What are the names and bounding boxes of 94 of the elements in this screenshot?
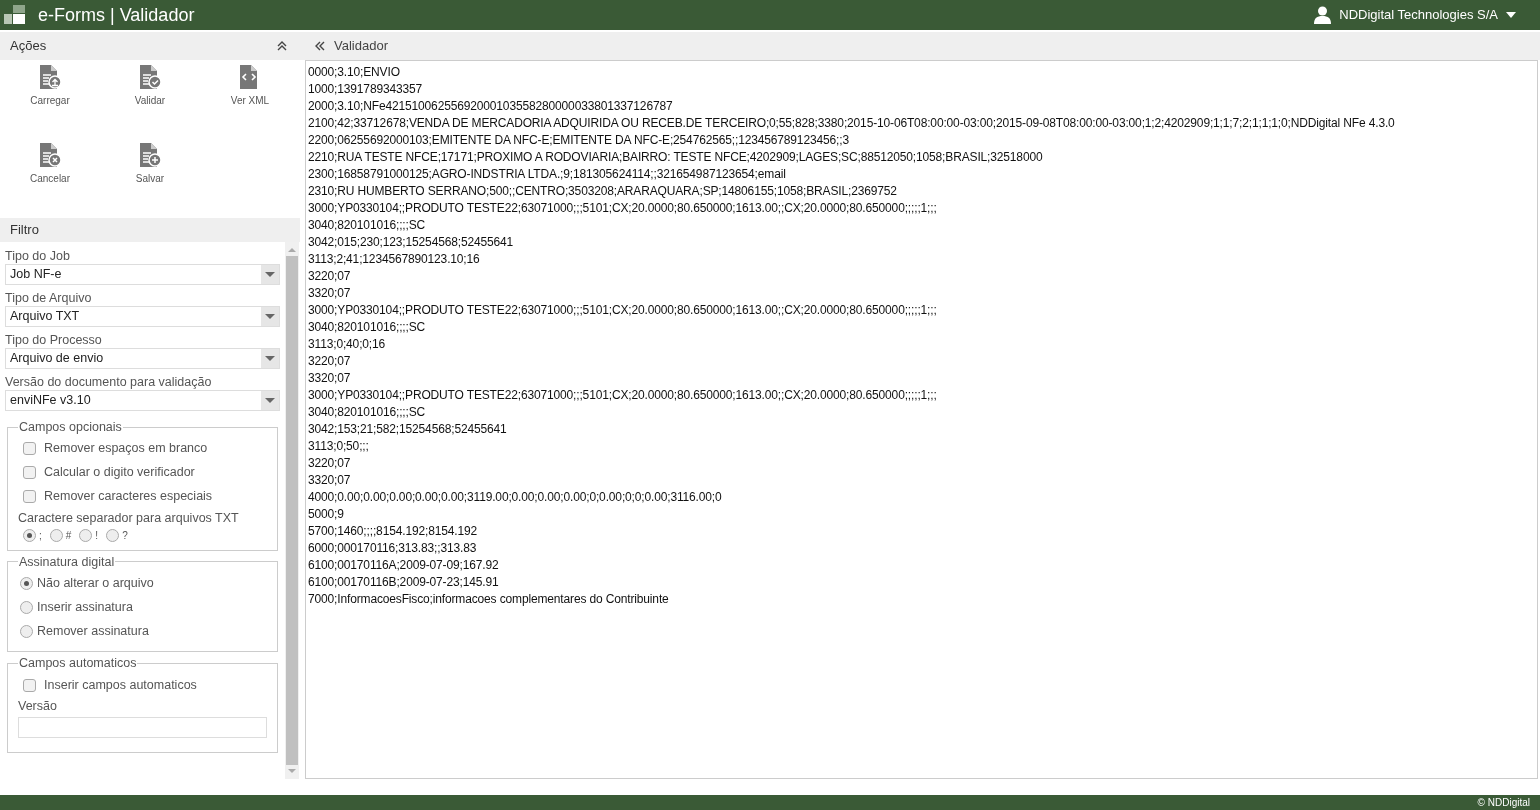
copyright-text: © NDDigital xyxy=(1477,796,1530,810)
radio-button[interactable] xyxy=(20,600,33,614)
text-line: 2000;3.10;NFe42151006255692000103558280000033801337126787 xyxy=(308,98,673,115)
dropdown-caret-icon xyxy=(265,356,275,361)
text-line: 2210;RUA TESTE NFCE;17171;PROXIMO A RODOVIARIA;BAIRRO: TESTE NFCE;4202909;LAGES;SC;88512050;1058;BRASIL;32518000 xyxy=(308,149,1043,166)
text-line: 4000;0.00;0.00;0.00;0.00;0.00;3119.00;0.00;0.00;0.00;0;0.00;0;0;0.00;3116.00;0 xyxy=(308,489,722,506)
expand-sidebar-icon[interactable] xyxy=(314,40,326,52)
action-button[interactable]: Salvar xyxy=(100,140,200,215)
checkbox[interactable] xyxy=(23,490,36,504)
group-legend: Campos opcionais xyxy=(18,418,123,437)
text-line: 1000;1391789343357 xyxy=(308,81,423,98)
checkbox[interactable] xyxy=(23,466,36,480)
text-line: 3040;820101016;;;;SC xyxy=(308,319,426,336)
radio-label: ; xyxy=(39,529,42,543)
text-line: 3000;YP0330104;;PRODUTO TESTE22;63071000;;;5101;CX;20.0000;80.650000;1613.00;;CX;20.0000;80.650000;;;;;1;;; xyxy=(308,302,937,319)
text-line: 2200;06255692000103;EMITENTE DA NFC-E;EMITENTE DA NFC-E;254762565;;123456789123456;;3 xyxy=(308,132,849,149)
radio-label: Remover assinatura xyxy=(37,622,149,640)
radio-button[interactable] xyxy=(20,624,33,638)
checkbox-label: Calcular o digito verificador xyxy=(44,464,195,482)
document-check-icon xyxy=(138,64,162,90)
document-cancel-icon xyxy=(38,142,62,168)
text-line: 3113;0;50;;; xyxy=(308,438,369,455)
checkbox[interactable] xyxy=(23,678,36,692)
text-line: 3040;820101016;;;;SC xyxy=(308,404,426,421)
radio-button[interactable] xyxy=(79,529,93,542)
group-legend: Campos automaticos xyxy=(18,654,138,673)
field-label: Tipo do Job xyxy=(5,248,71,264)
text-line: 3320;07 xyxy=(308,370,351,387)
text-line: 3042;015;230;123;15254568;52455641 xyxy=(308,234,514,251)
scrollbar[interactable] xyxy=(285,242,299,779)
dropdown-field[interactable]: enviNFe v3.10 xyxy=(5,390,280,411)
section-title: Filtro xyxy=(10,221,39,240)
text-line: 6100;00170116A;2009-07-09;167.92 xyxy=(308,557,499,574)
dropdown-caret-icon xyxy=(265,314,275,319)
checkbox-label: Remover espaços em branco xyxy=(44,440,208,458)
text-line: 3113;2;41;1234567890123.10;16 xyxy=(308,251,480,268)
radio-label: ? xyxy=(122,529,128,543)
checkbox-label: Inserir campos automaticos xyxy=(44,676,197,694)
action-button[interactable]: Carregar xyxy=(0,62,100,137)
dropdown-caret-icon xyxy=(265,398,275,403)
text-line: 0000;3.10;ENVIO xyxy=(308,64,400,81)
field-label: Versão do documento para validação xyxy=(5,374,213,390)
text-line: 3320;07 xyxy=(308,285,351,302)
panel-title: Validador xyxy=(334,37,388,56)
text-line: 5700;1460;;;;8154.192;8154.192 xyxy=(308,523,477,540)
text-line: 6100;00170116B;2009-07-23;145.91 xyxy=(308,574,499,591)
app-title: e-Forms | Validador xyxy=(38,3,195,27)
text-line: 3042;153;21;582;15254568;52455641 xyxy=(308,421,507,438)
user-icon xyxy=(1314,6,1332,24)
radio-button[interactable] xyxy=(20,576,33,590)
radio-button[interactable] xyxy=(106,529,120,542)
text-line: 3000;YP0330104;;PRODUTO TESTE22;63071000;;;5101;CX;20.0000;80.650000;1613.00;;CX;20.0000;80.650000;;;;;1;;; xyxy=(308,387,937,404)
app-logo-icon xyxy=(4,5,26,25)
document-add-icon xyxy=(138,142,162,168)
action-button[interactable]: Ver XML xyxy=(200,62,300,137)
radio-label: # xyxy=(65,529,72,543)
section-title: Ações xyxy=(10,37,47,56)
action-button[interactable]: Cancelar xyxy=(0,140,100,215)
user-menu-button[interactable]: NDDigital Technologies S/A xyxy=(1339,5,1516,25)
text-line: 2100;42;33712678;VENDA DE MERCADORIA ADQUIRIDA OU RECEB.DE TERCEIRO;0;55;828;3380;2015-10-06T08:00:00-03:00;2015-09-08T08:00:00-03:00;1;2;4202909;1;1;7;2;1;1;1;0;NDDigital NFe 4.3.0 xyxy=(308,115,1395,132)
dropdown-caret-icon xyxy=(265,272,275,277)
field-label: Tipo de Arquivo xyxy=(5,290,93,306)
text-line: 3000;YP0330104;;PRODUTO TESTE22;63071000;;;5101;CX;20.0000;80.650000;1613.00;;CX;20.0000;80.650000;;;;;1;;; xyxy=(308,200,937,217)
checkbox-label: Remover caracteres especiais xyxy=(44,488,213,506)
field-label: Caractere separador para arquivos TXT xyxy=(18,509,240,527)
field-label: Tipo do Processo xyxy=(5,332,103,348)
radio-label: Não alterar o arquivo xyxy=(37,574,154,592)
radio-label: Inserir assinatura xyxy=(37,598,133,616)
text-line: 3220;07 xyxy=(308,353,351,370)
field-label: Versão xyxy=(18,698,58,715)
text-editor[interactable] xyxy=(305,60,1538,779)
dropdown-field[interactable]: Arquivo de envio xyxy=(5,348,280,369)
version-input[interactable] xyxy=(18,717,267,739)
checkbox[interactable] xyxy=(23,442,36,456)
group-legend: Assinatura digital xyxy=(18,552,116,572)
document-upload-icon xyxy=(38,64,62,90)
text-line: 2300;16858791000125;AGRO-INDSTRIA LTDA.;9;181305624114;;321654987123654;email xyxy=(308,166,786,183)
dropdown-field[interactable]: Job NF-e xyxy=(5,264,280,285)
text-line: 7000;InformacoesFisco;informacoes complementares do Contribuinte xyxy=(308,591,669,608)
text-line: 3040;820101016;;;;SC xyxy=(308,217,426,234)
text-line: 6000;000170116;313.83;;313.83 xyxy=(308,540,477,557)
radio-label: ! xyxy=(95,529,99,543)
action-button[interactable]: Validar xyxy=(100,62,200,137)
text-line: 5000;9 xyxy=(308,506,344,523)
text-line: 2310;RU HUMBERTO SERRANO;500;;CENTRO;3503208;ARARAQUARA;SP;14806155;1058;BRASIL;2369752 xyxy=(308,183,897,200)
dropdown-field[interactable]: Arquivo TXT xyxy=(5,306,280,327)
caret-icon xyxy=(1506,12,1516,18)
collapse-icon[interactable] xyxy=(276,40,288,52)
text-line: 3220;07 xyxy=(308,455,351,472)
radio-button[interactable] xyxy=(49,529,63,542)
text-line: 3220;07 xyxy=(308,268,351,285)
text-line: 3320;07 xyxy=(308,472,351,489)
radio-button[interactable] xyxy=(23,529,36,542)
text-line: 3113;0;40;0;16 xyxy=(308,336,386,353)
